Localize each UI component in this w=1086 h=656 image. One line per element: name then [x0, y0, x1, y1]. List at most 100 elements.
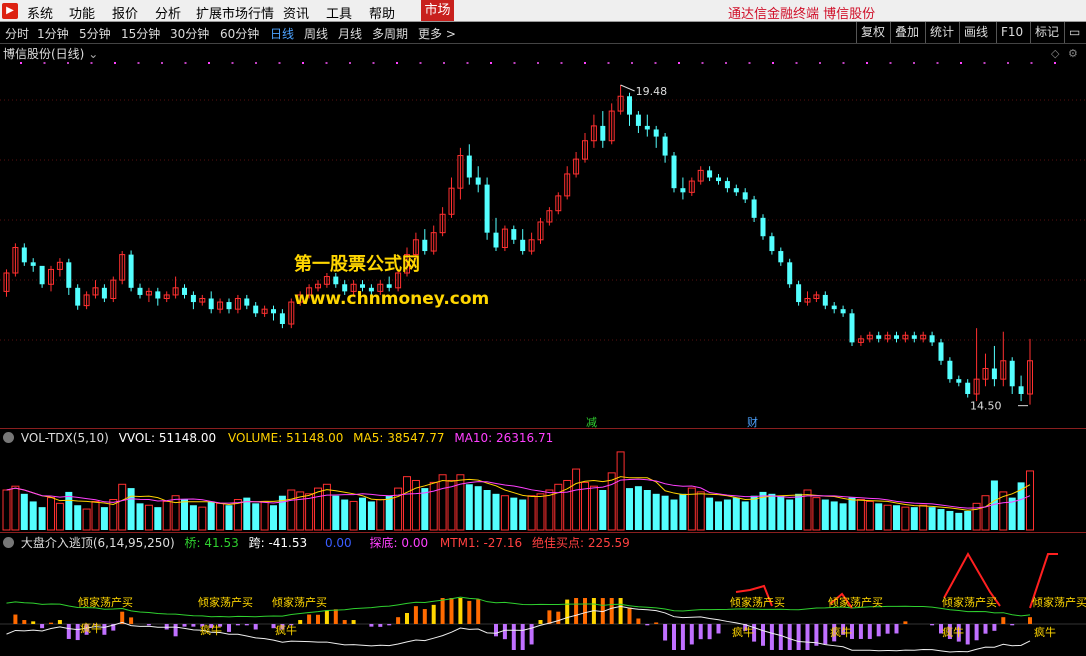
candle-body [226, 302, 232, 310]
menu-item-function[interactable]: 功能 [69, 3, 95, 22]
menu-item-news[interactable]: 资讯 [283, 3, 309, 22]
volume-bar [171, 495, 180, 531]
volume-bar [332, 495, 340, 530]
volume-bar [456, 474, 465, 531]
candle-body [21, 247, 27, 263]
candle-body [724, 181, 730, 189]
momentum-bar [538, 620, 543, 624]
momentum-bar [253, 624, 258, 630]
market-tab[interactable]: 市场 [421, 0, 454, 21]
momentum-bar [31, 621, 36, 624]
period-weekly[interactable]: 周线 [304, 25, 328, 42]
volume-bar [1026, 470, 1034, 531]
volume-bar [162, 500, 171, 531]
volume-bar [919, 504, 928, 531]
collapse-icon[interactable] [3, 432, 14, 443]
volume-bar [599, 490, 607, 530]
window-title: 通达信金融终端 博信股份 [728, 7, 876, 22]
candle-body [760, 217, 766, 237]
volume-bar [893, 505, 900, 530]
volume-bar [198, 506, 207, 531]
volume-bar [421, 488, 429, 530]
draw-line-button[interactable]: 画线 [959, 22, 998, 43]
candle-body [938, 342, 944, 361]
candle-body [787, 262, 793, 285]
buy-signal-label: 倾家荡产买 [828, 595, 883, 609]
volume-bar [65, 491, 73, 530]
volume-bar [883, 504, 892, 531]
signal-dot [490, 62, 492, 64]
menu-item-system[interactable]: 系统 [27, 3, 53, 22]
settings-icon[interactable]: ⚙ [1068, 47, 1078, 60]
bull-signal-label: 疯牛 [830, 625, 852, 639]
candle-body [39, 265, 45, 285]
volume-bar [643, 490, 651, 530]
candle-body [662, 136, 668, 156]
low-label: 14.50 [970, 400, 1002, 413]
period-multi[interactable]: 多周期 [372, 25, 408, 42]
momentum-bar [876, 624, 881, 637]
volume-bar [955, 512, 963, 530]
panel-toggle-icon[interactable]: ▭ [1064, 22, 1086, 43]
signal-dot [90, 62, 93, 64]
momentum-bar [449, 598, 454, 624]
event-marker: 减 [586, 416, 597, 428]
volume-bar [341, 499, 349, 530]
volume-bar [359, 497, 366, 530]
period-30min[interactable]: 30分钟 [170, 25, 209, 42]
chevron-down-icon[interactable]: ⌄ [88, 47, 98, 61]
candle-body [680, 188, 686, 193]
volume-indicator-name[interactable]: VOL-TDX(5,10) [21, 431, 109, 445]
period-60min[interactable]: 60分钟 [220, 25, 259, 42]
period-daily[interactable]: 日线 [270, 25, 294, 42]
volume-bar [616, 451, 625, 531]
volume-bar [572, 468, 581, 531]
momentum-bar [440, 598, 445, 624]
volume-bar [492, 493, 500, 530]
candle-body [333, 276, 339, 285]
momentum-bar [431, 604, 436, 624]
menu-item-tools[interactable]: 工具 [326, 3, 352, 22]
candle-body [929, 335, 935, 343]
candle-body [182, 287, 187, 295]
high-pointer [620, 84, 635, 92]
period-5min[interactable]: 5分钟 [79, 25, 111, 42]
candle-body [279, 313, 285, 324]
candle-body [849, 313, 855, 343]
volume-bar [821, 499, 829, 530]
period-toolbar: 分时 1分钟 5分钟 15分钟 30分钟 60分钟 日线 周线 月线 多周期 更… [0, 22, 1086, 44]
signal-dot [584, 62, 586, 64]
volume-pane-header: VOL-TDX(5,10) VVOL: 51148.00 VOLUME: 511… [0, 430, 553, 446]
f10-button[interactable]: F10 [996, 22, 1031, 43]
candle-body [769, 236, 775, 252]
candle-body [644, 125, 650, 130]
momentum-bar [627, 607, 632, 624]
momentum-bar [422, 609, 427, 624]
volume-bar [385, 495, 393, 530]
menu-item-analysis[interactable]: 分析 [155, 3, 181, 22]
momentum-bar [244, 624, 249, 626]
period-monthly[interactable]: 月线 [338, 25, 362, 42]
volume-bar [777, 495, 785, 530]
momentum-bar [396, 617, 401, 624]
menu-item-extended-market[interactable]: 扩展市场行情 [196, 3, 274, 22]
signal-dot [772, 62, 774, 64]
signal-dot [161, 62, 163, 64]
menu-item-quote[interactable]: 报价 [112, 3, 138, 22]
volume-bar [144, 504, 153, 531]
period-intraday[interactable]: 分时 [5, 25, 29, 42]
period-more[interactable]: 更多 > [418, 25, 456, 42]
period-15min[interactable]: 15分钟 [121, 25, 160, 42]
period-1min[interactable]: 1分钟 [37, 25, 69, 42]
volume-bar [652, 493, 660, 530]
collapse-icon[interactable] [3, 537, 14, 548]
candle-body [751, 199, 757, 218]
volume-bar [465, 484, 473, 530]
candle-body [128, 254, 134, 288]
volume-bar [723, 499, 731, 530]
momentum-bar [102, 624, 107, 635]
signal-dot [1030, 62, 1033, 64]
buy-signal-label: 倾家荡产买 [198, 595, 253, 609]
diamond-icon[interactable]: ◇ [1051, 47, 1059, 60]
menu-item-help[interactable]: 帮助 [369, 3, 395, 22]
